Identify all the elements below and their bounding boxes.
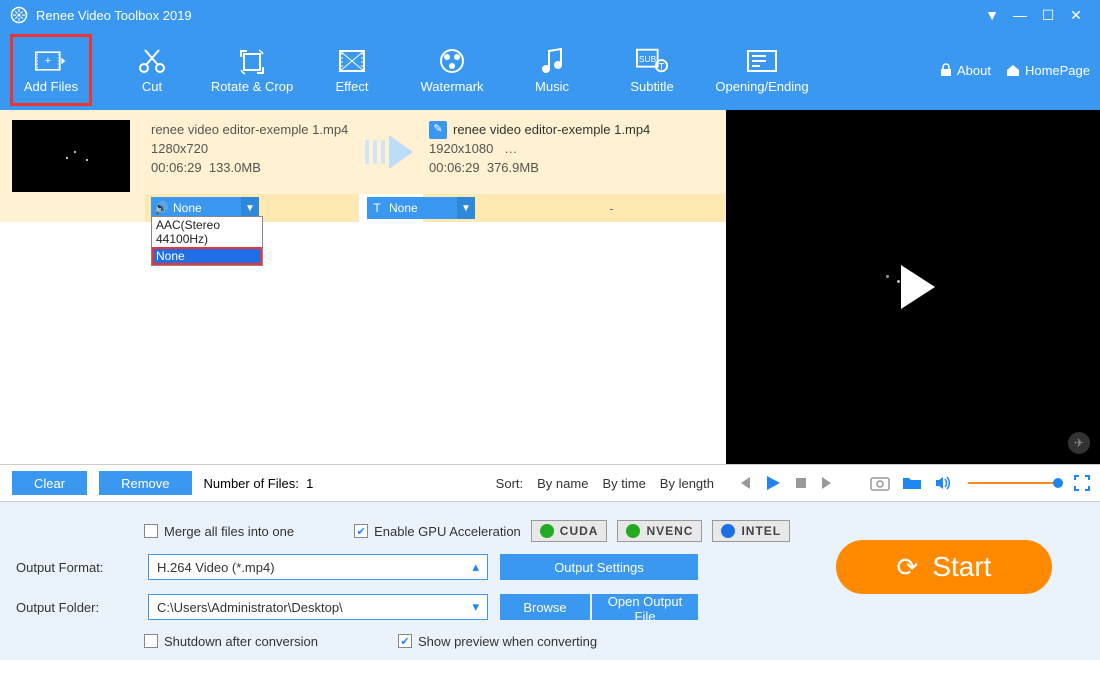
- sort-by-length[interactable]: By length: [660, 476, 714, 491]
- audio-option-none[interactable]: None: [152, 247, 262, 265]
- show-preview-checkbox[interactable]: ✔ Show preview when converting: [398, 634, 597, 649]
- file-row[interactable]: renee video editor-exemple 1.mp4 1280x72…: [0, 110, 726, 222]
- prev-track-icon[interactable]: [736, 475, 752, 491]
- output-settings-button[interactable]: Output Settings: [500, 554, 698, 580]
- homepage-link[interactable]: HomePage: [1005, 63, 1090, 78]
- source-resolution: 1280x720: [151, 139, 355, 158]
- music-icon: [536, 47, 568, 75]
- source-filesize: 133.0MB: [209, 160, 261, 175]
- nvenc-badge: NVENC: [617, 520, 702, 542]
- cuda-badge: CUDA: [531, 520, 608, 542]
- cut-button[interactable]: Cut: [102, 35, 202, 105]
- opening-ending-button[interactable]: Opening/Ending: [702, 35, 822, 105]
- about-link[interactable]: About: [939, 63, 991, 78]
- home-icon: [1005, 63, 1021, 77]
- main-toolbar: + Add Files Cut Rotate & Crop Effect Wat…: [0, 30, 1100, 110]
- refresh-icon: ⟳: [897, 552, 919, 583]
- snapshot-icon[interactable]: [870, 475, 890, 491]
- gpu-accel-checkbox[interactable]: ✔ Enable GPU Acceleration: [354, 524, 521, 539]
- rotate-crop-icon: [236, 47, 268, 75]
- open-folder-icon[interactable]: [902, 475, 922, 491]
- dest-filesize: 376.9MB: [487, 160, 539, 175]
- dest-resolution: 1920x1080: [429, 141, 493, 156]
- checkbox-unchecked-icon: [144, 524, 158, 538]
- compass-icon[interactable]: ✈: [1068, 432, 1090, 454]
- effect-button[interactable]: Effect: [302, 35, 402, 105]
- file-count-label: Number of Files: 1: [204, 476, 314, 491]
- sort-by-time[interactable]: By time: [602, 476, 645, 491]
- subtitle-icon: SUBT: [636, 47, 668, 75]
- source-duration: 00:06:29: [151, 160, 202, 175]
- volume-icon[interactable]: [934, 475, 952, 491]
- title-bar: Renee Video Toolbox 2019 ▼ — ☐ ✕: [0, 0, 1100, 30]
- sort-label: Sort:: [496, 476, 523, 491]
- subtitle-button[interactable]: SUBT Subtitle: [602, 35, 702, 105]
- speaker-icon: 🔊: [151, 201, 171, 215]
- bottom-panel: Merge all files into one ✔ Enable GPU Ac…: [0, 502, 1100, 660]
- start-button[interactable]: ⟳ Start: [836, 540, 1052, 594]
- checkbox-unchecked-icon: [144, 634, 158, 648]
- app-logo-icon: [10, 6, 28, 24]
- play-icon[interactable]: [764, 474, 782, 492]
- svg-text:T: T: [659, 60, 665, 71]
- svg-text:+: +: [45, 55, 52, 67]
- list-footer: Clear Remove Number of Files: 1 Sort: By…: [0, 464, 726, 502]
- preview-controls: [726, 464, 1100, 502]
- audio-track-dropdown-menu: AAC(Stereo 44100Hz) None: [151, 216, 263, 266]
- remove-button[interactable]: Remove: [99, 471, 191, 495]
- preview-pane[interactable]: ✈: [726, 110, 1100, 464]
- chevron-down-icon: ▾: [472, 599, 479, 615]
- source-thumbnail[interactable]: [12, 120, 130, 192]
- lock-icon: [939, 63, 953, 77]
- window-dropdown-icon[interactable]: ▼: [978, 7, 1006, 23]
- browse-button[interactable]: Browse: [500, 594, 590, 620]
- source-filename: renee video editor-exemple 1.mp4: [151, 120, 355, 139]
- next-track-icon[interactable]: [820, 475, 836, 491]
- merge-files-checkbox[interactable]: Merge all files into one: [144, 524, 294, 539]
- open-output-file-button[interactable]: Open Output File: [592, 594, 698, 620]
- file-list-pane: renee video editor-exemple 1.mp4 1280x72…: [0, 110, 726, 464]
- output-format-combo[interactable]: H.264 Video (*.mp4) ▴: [148, 554, 488, 580]
- output-folder-combo[interactable]: C:\Users\Administrator\Desktop\ ▾: [148, 594, 488, 620]
- watermark-button[interactable]: Watermark: [402, 35, 502, 105]
- clear-button[interactable]: Clear: [12, 471, 87, 495]
- text-icon: T: [367, 201, 387, 215]
- convert-arrow-icon: [365, 137, 417, 167]
- output-format-label: Output Format:: [16, 560, 136, 575]
- output-folder-label: Output Folder:: [16, 600, 136, 615]
- progress-placeholder: -: [501, 201, 722, 216]
- effect-icon: [336, 47, 368, 75]
- checkbox-checked-icon: ✔: [398, 634, 412, 648]
- volume-slider[interactable]: [968, 482, 1058, 484]
- cut-icon: [136, 47, 168, 75]
- chevron-down-icon: ▼: [457, 197, 475, 219]
- music-button[interactable]: Music: [502, 35, 602, 105]
- add-files-button[interactable]: + Add Files: [10, 34, 92, 106]
- app-title: Renee Video Toolbox 2019: [36, 8, 192, 23]
- sort-by-name[interactable]: By name: [537, 476, 588, 491]
- intel-badge: INTEL: [712, 520, 790, 542]
- watermark-icon: [436, 47, 468, 75]
- subtitle-track-dropdown[interactable]: T None ▼: [367, 197, 475, 219]
- window-close-icon[interactable]: ✕: [1062, 7, 1090, 24]
- edit-icon[interactable]: ✎: [429, 121, 447, 139]
- audio-option-aac[interactable]: AAC(Stereo 44100Hz): [152, 217, 262, 247]
- chevron-up-icon: ▴: [472, 559, 479, 575]
- opening-ending-icon: [746, 47, 778, 75]
- dest-filename: renee video editor-exemple 1.mp4: [453, 120, 650, 139]
- checkbox-checked-icon: ✔: [354, 524, 368, 538]
- stop-icon[interactable]: [794, 476, 808, 490]
- window-maximize-icon[interactable]: ☐: [1034, 7, 1062, 24]
- add-files-icon: +: [35, 47, 67, 75]
- rotate-crop-button[interactable]: Rotate & Crop: [202, 35, 302, 105]
- play-overlay-icon[interactable]: [901, 265, 935, 309]
- window-minimize-icon[interactable]: —: [1006, 7, 1034, 23]
- dest-duration: 00:06:29: [429, 160, 480, 175]
- shutdown-checkbox[interactable]: Shutdown after conversion: [144, 634, 318, 649]
- svg-text:SUB: SUB: [639, 53, 657, 63]
- fullscreen-icon[interactable]: [1074, 475, 1090, 491]
